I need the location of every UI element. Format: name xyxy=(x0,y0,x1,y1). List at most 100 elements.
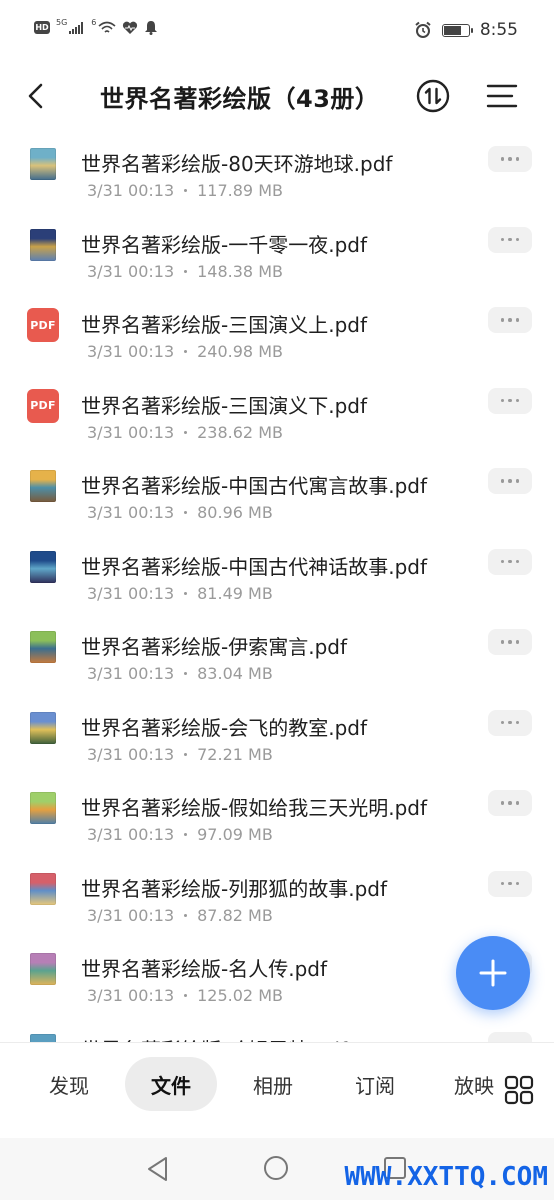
separator-dot xyxy=(184,994,188,997)
separator-dot xyxy=(184,833,188,836)
battery-icon xyxy=(441,23,473,37)
ellipsis-dot-icon xyxy=(500,559,505,564)
plus-icon xyxy=(479,959,507,987)
file-row[interactable]: 世界名著彩绘版-80天环游地球.pdf 3/31 00:13 117.89 MB xyxy=(0,132,554,213)
ellipsis-dot-icon xyxy=(515,640,520,644)
more-options-button[interactable] xyxy=(488,146,532,172)
file-name: 世界名著彩绘版-中国古代神话故事.pdf xyxy=(81,554,428,579)
ellipsis-dot-icon xyxy=(508,479,512,483)
ellipsis-dot-icon xyxy=(500,237,505,242)
more-options-button[interactable] xyxy=(488,1031,532,1042)
file-meta: 3/31 00:13 117.89 MB xyxy=(87,181,283,200)
more-options-button[interactable] xyxy=(488,387,532,414)
tab-album[interactable]: 相册 xyxy=(238,1057,308,1111)
ellipsis-dot-icon xyxy=(508,801,512,805)
more-options-button[interactable] xyxy=(488,629,532,655)
file-meta: 3/31 00:13 87.82 MB xyxy=(87,906,273,925)
nav-back-button[interactable] xyxy=(146,1156,170,1186)
file-size: 72.21 MB xyxy=(197,744,273,764)
ellipsis-dot-icon xyxy=(508,237,512,242)
file-size: 80.96 MB xyxy=(197,503,273,522)
system-nav-bar: WWW.XXTTQ.COM xyxy=(0,1138,554,1200)
file-name: 世界名著彩绘版-哈姆雷特.pdf xyxy=(81,1034,347,1043)
file-meta: 3/31 00:13 80.96 MB xyxy=(87,503,273,522)
pdf-file-icon: PDF xyxy=(27,308,59,342)
file-size: 148.38 MB xyxy=(197,261,283,281)
tab-label: 文件 xyxy=(151,1073,191,1098)
clock-time: 8:55 xyxy=(479,20,518,40)
hamburger-menu-icon xyxy=(486,84,518,108)
file-row[interactable]: 世界名著彩绘版-中国古代神话故事.pdf 3/31 00:13 81.49 MB xyxy=(0,535,554,616)
file-name: 世界名著彩绘版-假如给我三天光明.pdf xyxy=(81,796,428,820)
status-right: 8:55 xyxy=(414,20,518,40)
file-meta: 3/31 00:13 238.62 MB xyxy=(87,423,283,442)
ellipsis-dot-icon xyxy=(508,881,512,886)
file-date: 3/31 00:13 xyxy=(87,825,175,844)
more-options-button[interactable] xyxy=(488,870,532,897)
ellipsis-dot-icon xyxy=(515,479,520,483)
sort-arrows-icon xyxy=(416,79,450,113)
signal-icon xyxy=(69,21,84,34)
more-options-button[interactable] xyxy=(488,709,532,736)
file-row[interactable]: PDF 世界名著彩绘版-三国演义下.pdf 3/31 00:13 238.62 MB xyxy=(0,374,554,455)
file-name: 世界名著彩绘版-会飞的教室.pdf xyxy=(81,715,368,740)
ellipsis-dot-icon xyxy=(515,318,520,322)
tab-subscribe[interactable]: 订阅 xyxy=(340,1057,410,1111)
page-title: 世界名著彩绘版（43册） xyxy=(100,85,380,113)
file-row[interactable]: 世界名著彩绘版-会飞的教室.pdf 3/31 00:13 72.21 MB xyxy=(0,696,554,777)
more-options-button[interactable] xyxy=(488,468,532,494)
tab-discover[interactable]: 发现 xyxy=(34,1057,104,1111)
ellipsis-dot-icon xyxy=(508,157,512,161)
file-date: 3/31 00:13 xyxy=(87,181,175,200)
book-cover-thumbnail xyxy=(30,872,56,905)
more-options-button[interactable] xyxy=(488,307,532,333)
more-options-button[interactable] xyxy=(488,548,532,575)
ellipsis-dot-icon xyxy=(515,881,520,886)
grid-view-button[interactable] xyxy=(494,1065,544,1115)
ellipsis-dot-icon xyxy=(500,157,505,161)
file-meta: 3/31 00:13 81.49 MB xyxy=(87,584,273,603)
pdf-file-icon: PDF xyxy=(27,388,59,423)
chevron-left-icon xyxy=(28,83,43,109)
more-options-button[interactable] xyxy=(488,790,532,816)
menu-button[interactable] xyxy=(484,78,520,114)
alarm-icon xyxy=(415,21,431,38)
tab-label: 放映 xyxy=(454,1073,494,1098)
file-row[interactable]: 世界名著彩绘版-中国古代寓言故事.pdf 3/31 00:13 80.96 MB xyxy=(0,454,554,535)
file-meta: 3/31 00:13 83.04 MB xyxy=(87,664,273,683)
file-meta: 3/31 00:13 72.21 MB xyxy=(87,745,273,764)
add-fab-button[interactable] xyxy=(456,936,530,1010)
file-row[interactable]: 世界名著彩绘版-一千零一夜.pdf 3/31 00:13 148.38 MB xyxy=(0,213,554,294)
ellipsis-dot-icon xyxy=(515,157,520,161)
sort-button[interactable] xyxy=(415,78,451,114)
file-row[interactable]: PDF 世界名著彩绘版-三国演义上.pdf 3/31 00:13 240.98 MB xyxy=(0,293,554,374)
file-name: 世界名著彩绘版-三国演义下.pdf xyxy=(81,393,368,418)
file-row[interactable]: 世界名著彩绘版-列那狐的故事.pdf 3/31 00:13 87.82 MB xyxy=(0,857,554,938)
file-name: 世界名著彩绘版-三国演义上.pdf xyxy=(81,313,368,337)
file-row[interactable]: 世界名著彩绘版-伊索寓言.pdf 3/31 00:13 83.04 MB xyxy=(0,615,554,696)
file-name: 世界名著彩绘版-80天环游地球.pdf xyxy=(81,152,393,176)
file-list[interactable]: 世界名著彩绘版-80天环游地球.pdf 3/31 00:13 117.89 MB 世界… xyxy=(0,132,554,1042)
circle-home-icon[interactable] xyxy=(264,1156,288,1180)
tab-files[interactable]: 文件 xyxy=(125,1057,217,1111)
wifi-icon xyxy=(98,21,116,33)
file-name: 世界名著彩绘版-名人传.pdf xyxy=(81,957,328,981)
file-size: 117.89 MB xyxy=(197,181,283,200)
file-date: 3/31 00:13 xyxy=(87,503,175,522)
back-button[interactable] xyxy=(18,78,54,114)
network-label: 5G xyxy=(56,18,68,27)
file-date: 3/31 00:13 xyxy=(87,664,175,683)
separator-dot xyxy=(184,350,188,353)
file-meta: 3/31 00:13 240.98 MB xyxy=(87,342,283,361)
ellipsis-dot-icon xyxy=(515,237,520,242)
ellipsis-dot-icon xyxy=(500,398,505,403)
file-row[interactable]: 世界名著彩绘版-假如给我三天光明.pdf 3/31 00:13 97.09 MB xyxy=(0,776,554,857)
header: 世界名著彩绘版（43册） xyxy=(0,64,554,128)
more-options-button[interactable] xyxy=(488,226,532,253)
wifi-label: 6 xyxy=(91,18,97,27)
file-row[interactable]: 世界名著彩绘版-哈姆雷特.pdf3/31 00:13 xyxy=(0,1018,554,1043)
status-left: HD 5G 6 xyxy=(34,18,158,35)
file-size: 240.98 MB xyxy=(197,342,283,361)
file-size: 81.49 MB xyxy=(197,583,273,603)
file-date: 3/31 00:13 xyxy=(87,986,175,1005)
